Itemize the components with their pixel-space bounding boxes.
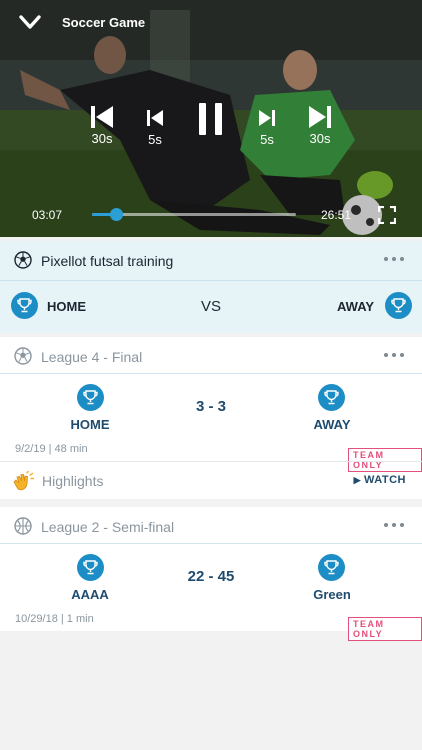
skip-back-5-button[interactable]: 5s <box>142 109 168 147</box>
watch-button[interactable]: ▶ WATCH <box>354 474 406 486</box>
trophy-icon <box>17 298 32 313</box>
skip-back-icon <box>91 106 113 128</box>
current-time: 03:07 <box>32 208 63 222</box>
trophy-icon <box>83 560 98 575</box>
away-team-name: AWAY <box>337 299 375 314</box>
home-team-name: HOME <box>47 299 86 314</box>
video-title: Soccer Game <box>62 15 146 30</box>
duration: 26:51 <box>321 208 352 222</box>
play-icon: ▶ <box>353 475 361 485</box>
skip-back-30-button[interactable]: 30s <box>86 104 118 146</box>
basketball-icon <box>14 517 32 535</box>
highlights-label: Highlights <box>42 473 104 489</box>
trophy-icon <box>324 390 339 405</box>
away-team-logo <box>318 384 345 411</box>
trophy-icon <box>324 560 339 575</box>
game-card-header: League 2 - Semi-final <box>0 507 422 545</box>
home-team-logo <box>77 554 104 581</box>
skip-forward-icon <box>309 106 331 128</box>
step-forward-icon <box>259 110 275 126</box>
game-title: League 2 - Semi-final <box>41 519 175 535</box>
team-only-badge: TEAM ONLY <box>348 617 422 641</box>
watch-label: WATCH <box>363 474 406 486</box>
skip-forward-30-label: 30s <box>309 131 331 146</box>
game-title: League 4 - Final <box>41 349 143 365</box>
clapping-hands-icon <box>13 471 34 491</box>
away-team-name: Green <box>313 587 351 602</box>
more-options-button[interactable] <box>384 254 406 264</box>
trophy-icon <box>391 298 406 313</box>
game-score: 22 - 45 <box>187 568 235 585</box>
skip-back-30-label: 30s <box>91 131 113 146</box>
skip-forward-5-button[interactable]: 5s <box>254 109 280 147</box>
step-back-icon <box>147 110 163 126</box>
skip-back-5-label: 5s <box>148 132 162 147</box>
game-meta: 9/2/19 | 48 min <box>15 443 88 455</box>
chevron-down-icon[interactable] <box>16 10 44 34</box>
away-team-name: AWAY <box>313 417 351 432</box>
home-team-name: AAAA <box>71 587 109 602</box>
more-options-button[interactable] <box>384 350 406 360</box>
pause-icon <box>199 103 222 135</box>
game-card[interactable]: League 2 - Semi-final AAAA 22 - 45 Green… <box>0 507 422 641</box>
pause-button[interactable] <box>196 102 226 136</box>
home-team-logo <box>77 384 104 411</box>
more-options-button[interactable] <box>384 520 406 530</box>
home-team-name: HOME <box>70 417 110 432</box>
game-card-header: League 4 - Final <box>0 337 422 375</box>
seek-bar[interactable] <box>92 208 296 221</box>
divider <box>0 280 422 281</box>
away-team-logo <box>318 554 345 581</box>
versus-label: VS <box>201 298 222 315</box>
away-team-logo <box>385 292 412 319</box>
home-team-logo <box>11 292 38 319</box>
skip-forward-5-label: 5s <box>260 132 274 147</box>
live-match-card[interactable]: Pixellot futsal training HOME VS AWAY <box>0 241 422 333</box>
game-score: 3 - 3 <box>195 398 226 415</box>
live-match-title: Pixellot futsal training <box>41 253 174 269</box>
game-meta: 10/29/18 | 1 min <box>15 613 94 625</box>
soccer-ball-icon <box>14 347 32 365</box>
game-card[interactable]: League 4 - Final HOME 3 - 3 AWAY 9/2/19 … <box>0 337 422 499</box>
divider <box>0 543 422 544</box>
skip-forward-30-button[interactable]: 30s <box>304 104 336 146</box>
divider <box>0 373 422 374</box>
highlights-row[interactable]: Highlights ▶ WATCH <box>0 462 422 499</box>
fullscreen-icon[interactable] <box>378 206 396 224</box>
trophy-icon <box>83 390 98 405</box>
live-match-header: Pixellot futsal training <box>0 241 422 279</box>
video-player[interactable]: Soccer Game 30s 5s 5s 30s 03:07 26:51 <box>0 0 422 237</box>
seek-bar-knob[interactable] <box>109 208 123 221</box>
soccer-ball-icon <box>14 251 32 269</box>
